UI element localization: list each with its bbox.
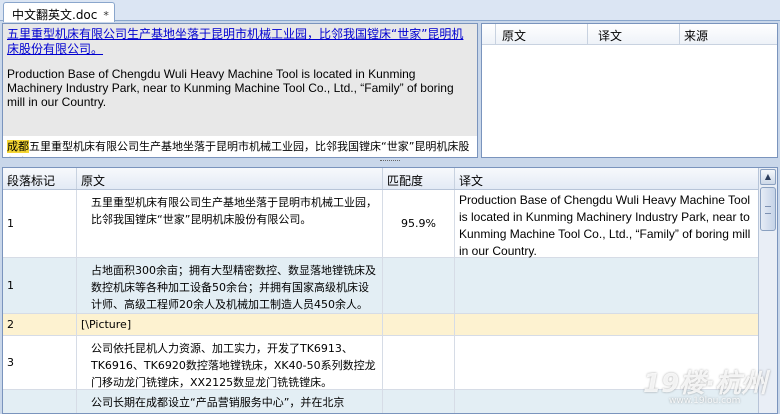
tm-header-origin[interactable]: 来源 bbox=[680, 24, 777, 44]
row-source[interactable]: 公司依托昆机人力资源、加工实力，开发了TK6913、TK6916、TK6920数… bbox=[77, 336, 383, 389]
row-target[interactable] bbox=[455, 314, 759, 335]
document-pane[interactable]: 五里重型机床有限公司生产基地坐落于昆明市机械工业园，比邻我国镗床“世家”昆明机床… bbox=[2, 23, 478, 158]
row-para: 2 bbox=[3, 314, 77, 335]
row-para: 1 bbox=[3, 258, 77, 313]
tm-header: 原文 译文 来源 bbox=[482, 24, 777, 45]
row-match bbox=[383, 336, 455, 389]
row-match bbox=[383, 258, 455, 313]
next-segment-highlight: 成都 bbox=[7, 140, 29, 153]
row-target[interactable] bbox=[455, 390, 759, 413]
tm-header-indicator bbox=[482, 24, 496, 44]
row-source[interactable]: 占地面积300余亩；拥有大型精密数控、数显落地镗铣床及数控机床等各种加工设备50… bbox=[77, 258, 383, 313]
row-para: 3 bbox=[3, 336, 77, 389]
row-para: 1 bbox=[3, 190, 77, 257]
row-source[interactable]: 五里重型机床有限公司生产基地坐落于昆明市机械工业园，比邻我国镗床“世家”昆明机床… bbox=[77, 190, 383, 257]
row-target[interactable] bbox=[455, 258, 759, 313]
current-translation[interactable]: Production Base of Chengdu Wuli Heavy Ma… bbox=[7, 67, 473, 109]
grid-header: 段落标记 原文 匹配度 译文 bbox=[3, 168, 777, 190]
next-segment-text: 五里重型机床有限公司生产基地坐落于昆明市机械工业园，比邻我国镗床“世家”昆明机床… bbox=[7, 140, 470, 157]
pane-splitter[interactable] bbox=[0, 158, 780, 166]
grid-header-target[interactable]: 译文 bbox=[455, 168, 759, 189]
tab-modified-marker: * bbox=[103, 9, 109, 22]
current-segment[interactable]: 五里重型机床有限公司生产基地坐落于昆明市机械工业园，比邻我国镗床“世家”昆明机床… bbox=[3, 24, 477, 136]
table-row[interactable]: 1 占地面积300余亩；拥有大型精密数控、数显落地镗铣床及数控机床等各种加工设备… bbox=[3, 258, 777, 314]
tm-header-source[interactable]: 原文 bbox=[496, 24, 588, 44]
splitter-grip-icon[interactable] bbox=[380, 160, 400, 163]
table-row[interactable]: 3 公司依托昆机人力资源、加工实力，开发了TK6913、TK6916、TK692… bbox=[3, 336, 777, 390]
grid-header-para[interactable]: 段落标记 bbox=[3, 168, 77, 189]
table-row[interactable]: 2 [\Picture] bbox=[3, 314, 777, 336]
translation-memory-pane[interactable]: 原文 译文 来源 bbox=[481, 23, 778, 158]
row-match bbox=[383, 390, 455, 413]
table-row[interactable]: 1 五里重型机床有限公司生产基地坐落于昆明市机械工业园，比邻我国镗床“世家”昆明… bbox=[3, 190, 777, 258]
row-match bbox=[383, 314, 455, 335]
row-source[interactable]: [\Picture] bbox=[77, 314, 383, 335]
grid-vertical-scrollbar[interactable]: ▲ bbox=[758, 168, 777, 413]
tm-header-target[interactable]: 译文 bbox=[588, 24, 680, 44]
grid-header-source[interactable]: 原文 bbox=[77, 168, 383, 189]
tab-title: 中文翻英文.doc bbox=[12, 8, 98, 22]
row-para bbox=[3, 390, 77, 413]
segment-grid[interactable]: 段落标记 原文 匹配度 译文 1 五里重型机床有限公司生产基地坐落于昆明市机械工… bbox=[2, 167, 778, 414]
grid-header-match[interactable]: 匹配度 bbox=[383, 168, 455, 189]
row-target[interactable] bbox=[455, 336, 759, 389]
next-segment[interactable]: 成都五里重型机床有限公司生产基地坐落于昆明市机械工业园，比邻我国镗床“世家”昆明… bbox=[3, 136, 477, 157]
scroll-up-arrow-icon[interactable]: ▲ bbox=[760, 169, 776, 185]
tab-document[interactable]: 中文翻英文.doc * bbox=[3, 2, 115, 22]
tab-strip: 中文翻英文.doc * bbox=[0, 0, 780, 22]
table-row[interactable]: 公司长期在成都设立“产品营销服务中心”，并在北京 bbox=[3, 390, 777, 413]
row-match: 95.9% bbox=[383, 190, 455, 257]
row-source[interactable]: 公司长期在成都设立“产品营销服务中心”，并在北京 bbox=[77, 390, 383, 413]
row-target[interactable]: Production Base of Chengdu Wuli Heavy Ma… bbox=[455, 190, 759, 258]
scrollbar-thumb[interactable] bbox=[760, 187, 776, 231]
current-source-link[interactable]: 五里重型机床有限公司生产基地坐落于昆明市机械工业园，比邻我国镗床“世家”昆明机床… bbox=[7, 27, 473, 57]
